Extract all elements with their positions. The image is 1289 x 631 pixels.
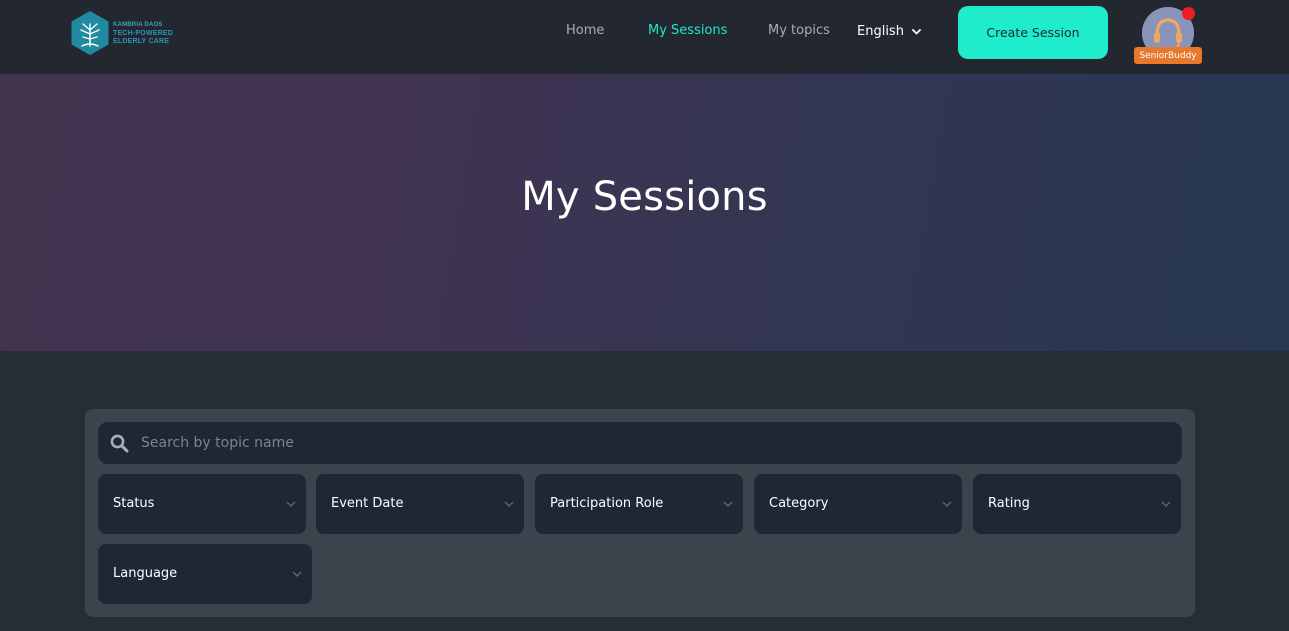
event-date-filter-dropdown[interactable]: Event Date (316, 474, 524, 534)
chevron-down-icon (286, 501, 296, 507)
brand-wordmark: KAMBRIA DAOS TECH-POWERED ELDERLY CARE (113, 22, 173, 45)
language-selector-value: English (857, 24, 904, 39)
status-filter-label: Status (113, 496, 155, 511)
category-filter-dropdown[interactable]: Category (754, 474, 962, 534)
participation-role-filter-dropdown[interactable]: Participation Role (535, 474, 743, 534)
chevron-down-icon (1161, 501, 1171, 507)
search-bar[interactable] (98, 422, 1182, 464)
hero-banner: My Sessions (0, 74, 1289, 351)
chevron-down-icon (723, 501, 733, 507)
search-icon (110, 434, 129, 453)
chevron-down-icon (912, 28, 921, 34)
logo-line-3: ELDERLY CARE (113, 37, 170, 45)
logo-line-2: TECH-POWERED (113, 29, 173, 37)
nav-home-link[interactable]: Home (566, 23, 604, 38)
category-filter-label: Category (769, 496, 829, 511)
rating-filter-label: Rating (988, 496, 1030, 511)
chevron-down-icon (292, 571, 302, 577)
top-navbar: KAMBRIA DAOS TECH-POWERED ELDERLY CARE H… (0, 0, 1289, 74)
nav-my-topics-link[interactable]: My topics (768, 23, 830, 38)
search-input[interactable] (141, 422, 1171, 464)
chevron-down-icon (504, 501, 514, 507)
user-name-badge: SeniorBuddy (1134, 47, 1202, 64)
nav-my-sessions-link[interactable]: My Sessions (648, 23, 727, 38)
event-date-filter-label: Event Date (331, 496, 404, 511)
create-session-button[interactable]: Create Session (958, 6, 1108, 59)
rating-filter-dropdown[interactable]: Rating (973, 474, 1181, 534)
page-title: My Sessions (521, 174, 768, 220)
language-selector[interactable]: English (857, 24, 921, 39)
filters-panel: Status Event Date Participation Role Cat… (85, 409, 1195, 617)
notification-dot (1182, 7, 1195, 20)
tree-logo-icon (71, 11, 109, 55)
chevron-down-icon (942, 501, 952, 507)
status-filter-dropdown[interactable]: Status (98, 474, 306, 534)
brand-logo[interactable]: KAMBRIA DAOS TECH-POWERED ELDERLY CARE (70, 10, 180, 56)
participation-role-filter-label: Participation Role (550, 496, 664, 511)
logo-line-1: KAMBRIA DAOS (113, 21, 163, 28)
language-filter-label: Language (113, 566, 178, 581)
language-filter-dropdown[interactable]: Language (98, 544, 312, 604)
